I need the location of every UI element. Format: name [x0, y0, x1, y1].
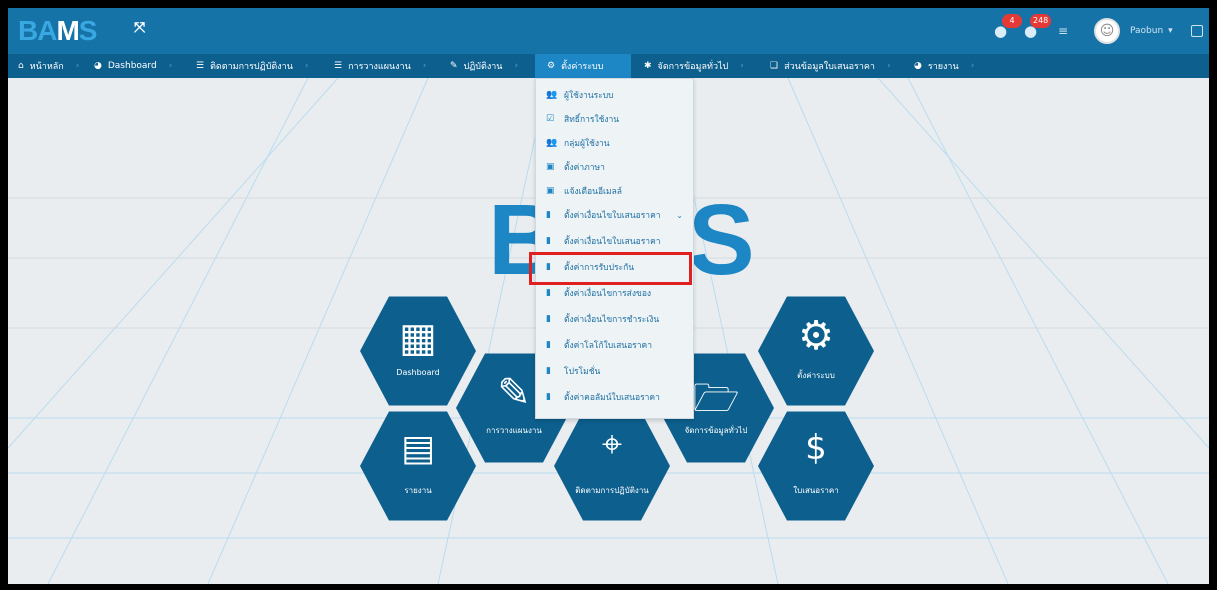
- check-square-icon: ☑: [546, 114, 555, 124]
- clipboard-icon: ▮: [546, 366, 551, 376]
- list-box-icon: ▣: [546, 186, 555, 196]
- nav-item-tracking[interactable]: ☰ ติดตามการปฏิบัติงาน ›: [196, 54, 308, 78]
- fullscreen-icon[interactable]: ⤧: [134, 20, 145, 36]
- clipboard-icon: ▮: [546, 288, 551, 298]
- nav-item-general-data[interactable]: ✱ จัดการข้อมูลทั่วไป ›: [644, 54, 744, 78]
- chevron-right-icon: ›: [514, 61, 519, 71]
- document-icon: ▤: [400, 428, 435, 469]
- clipboard-icon: ▮: [546, 314, 551, 324]
- notification-button[interactable]: ● 4: [994, 14, 1022, 46]
- nav-item-dashboard[interactable]: ◕ Dashboard ›: [94, 54, 172, 78]
- app-window: BAMS ⤧ ● 4 ● 248 ≡ ☺ Paobun ▾ ⌂ หน้าหลัก ›…: [8, 8, 1209, 584]
- panel-icon: [1191, 25, 1203, 37]
- main-nav: ⌂ หน้าหลัก › ◕ Dashboard › ☰ ติดตามการปฏิบัติ…: [8, 54, 1209, 78]
- users-icon: 👥: [546, 138, 558, 148]
- messages-button[interactable]: ● 248: [1024, 14, 1052, 46]
- chevron-right-icon: ›: [168, 61, 173, 71]
- settings-dropdown: 👥 ผู้ใช้งานระบบ ☑ สิทธิ์การใช้งาน 👥 กลุ่มผู…: [535, 78, 694, 419]
- invoice-icon: $: [805, 428, 827, 468]
- menu-item-quotation-terms[interactable]: ▮ ตั้งค่าเงื่อนไขใบเสนอราคา: [536, 229, 693, 253]
- clipboard-icon: ▮: [546, 210, 551, 220]
- list-icon: ☰: [196, 61, 205, 71]
- grid-icon: ▦: [399, 315, 437, 361]
- chevron-right-icon: ›: [740, 61, 744, 71]
- chevron-right-icon: ›: [75, 61, 80, 71]
- nav-item-quotation[interactable]: ❏ ส่วนข้อมูลใบเสนอราคา ›: [770, 54, 891, 78]
- nav-item-planning[interactable]: ☰ การวางแผนงาน ›: [334, 54, 426, 78]
- app-logo[interactable]: BAMS: [18, 14, 97, 48]
- chevron-right-icon: ›: [886, 61, 891, 71]
- nav-item-operations[interactable]: ✎ ปฏิบัติงาน ›: [450, 54, 518, 78]
- chevron-right-icon: ›: [422, 61, 427, 71]
- nav-item-reports[interactable]: ◕ รายงาน ›: [914, 54, 974, 78]
- notification-badge: 4: [1002, 14, 1022, 28]
- clipboard-icon: ▮: [546, 236, 551, 246]
- hamburger-icon: ≡: [1058, 24, 1069, 38]
- menu-item-permissions[interactable]: ☑ สิทธิ์การใช้งาน: [536, 107, 693, 131]
- menu-toggle-button[interactable]: ≡: [1058, 16, 1068, 46]
- users-icon: 👥: [546, 90, 558, 100]
- sidebar-collapse-button[interactable]: [1191, 16, 1203, 46]
- clipboard-icon: ▮: [546, 340, 551, 350]
- gear-icon: ✱: [644, 61, 652, 71]
- messages-badge: 248: [1030, 14, 1052, 28]
- user-menu[interactable]: ☺ Paobun ▾: [1094, 16, 1173, 46]
- chevron-down-icon: ⌄: [676, 210, 683, 220]
- chevron-right-icon: ›: [970, 61, 975, 71]
- menu-item-promotion[interactable]: ▮ โปรโมชั่น: [536, 359, 693, 383]
- chevron-right-icon: ›: [304, 61, 309, 71]
- chart-icon: ◕: [914, 61, 922, 71]
- list-icon: ☰: [334, 61, 343, 71]
- edit-icon: ✎: [450, 61, 458, 71]
- top-bar: BAMS ⤧ ● 4 ● 248 ≡ ☺ Paobun ▾: [8, 8, 1209, 54]
- user-name: Paobun: [1130, 26, 1164, 36]
- avatar: ☺: [1094, 18, 1120, 44]
- menu-item-system-users[interactable]: 👥 ผู้ใช้งานระบบ: [536, 83, 693, 107]
- gears-icon: ⚙: [547, 61, 556, 71]
- menu-item-language[interactable]: ▣ ตั้งค่าภาษา: [536, 155, 693, 179]
- menu-item-quotation-terms-group[interactable]: ▮ ตั้งค่าเงื่อนไขใบเสนอราคา ⌄: [536, 203, 693, 227]
- menu-item-quotation-columns[interactable]: ▮ ตั้งค่าคอลัมน์ใบเสนอราคา: [536, 385, 693, 409]
- nav-item-settings[interactable]: ⚙ ตั้งค่าระบบ: [535, 54, 631, 78]
- clipboard-icon: ▮: [546, 392, 551, 402]
- clipboard-icon: ❏: [770, 61, 779, 71]
- menu-item-user-groups[interactable]: 👥 กลุ่มผู้ใช้งาน: [536, 131, 693, 155]
- dashboard-icon: ◕: [94, 61, 102, 71]
- nav-item-home[interactable]: ⌂ หน้าหลัก ›: [18, 54, 79, 78]
- chevron-down-icon: ▾: [1168, 26, 1173, 36]
- gears-icon: ⚙: [798, 313, 834, 359]
- list-box-icon: ▣: [546, 162, 555, 172]
- highlight-box: [529, 252, 692, 285]
- home-icon: ⌂: [18, 61, 24, 71]
- menu-item-payment-terms[interactable]: ▮ ตั้งค่าเงื่อนไขการชำระเงิน: [536, 307, 693, 331]
- menu-item-email-alerts[interactable]: ▣ แจ้งเตือนอีเมลล์: [536, 179, 693, 203]
- menu-item-quotation-logo[interactable]: ▮ ตั้งค่าโลโก้ใบเสนอราคา: [536, 333, 693, 357]
